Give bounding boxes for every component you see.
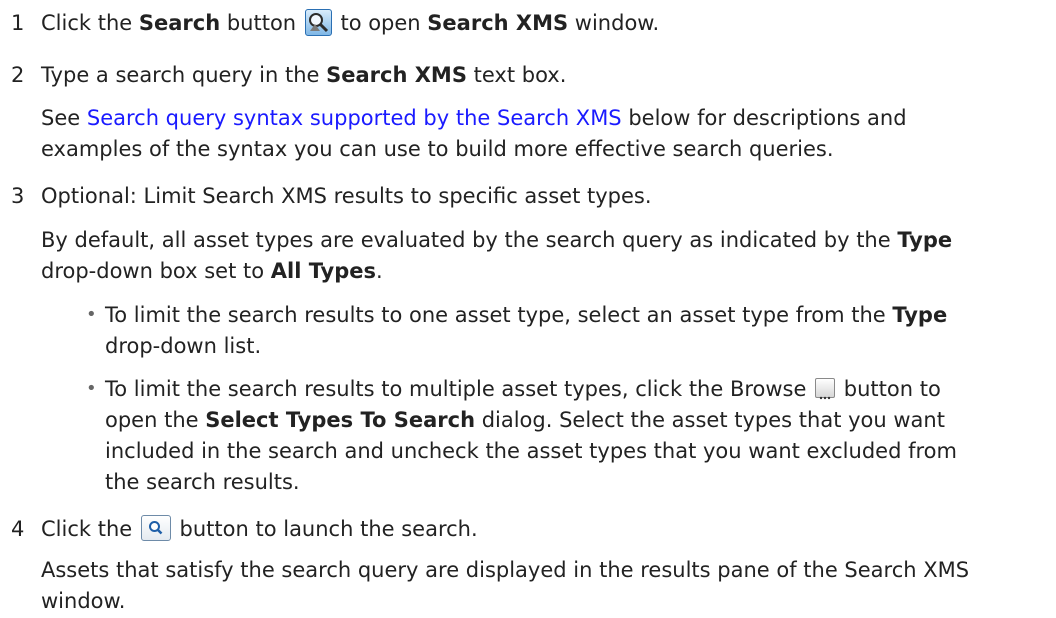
step-text: Click the xyxy=(41,517,139,541)
search-xms-term: Search XMS xyxy=(427,11,569,35)
step-number: 4 xyxy=(11,517,25,541)
bullet-item-1-line-2: drop-down list. xyxy=(105,334,262,358)
step-text: text box. xyxy=(466,63,567,87)
step-text: Click the xyxy=(41,11,139,35)
note-text: See xyxy=(41,106,87,130)
step-number: 3 xyxy=(11,184,25,208)
all-types-term: All Types xyxy=(270,259,377,283)
bullet-text: To limit the search results to one asset… xyxy=(105,303,893,327)
step-2-note-line-2: examples of the syntax you can use to bu… xyxy=(41,137,834,161)
step-text: button xyxy=(220,11,303,35)
step-text: window. xyxy=(568,11,660,35)
search-xms-icon xyxy=(304,8,332,36)
para-text: . xyxy=(376,259,383,283)
step-text: to open xyxy=(333,11,428,35)
bullet-text: dialog. Select the asset types that you … xyxy=(475,408,945,432)
bullet-glyph: • xyxy=(86,304,97,325)
note-text: below for descriptions and xyxy=(621,106,907,130)
browse-ellipsis-icon xyxy=(815,378,836,400)
bullet-item-2-line-3: included in the search and uncheck the a… xyxy=(105,439,957,463)
step-text: Optional: Limit Search XMS results to sp… xyxy=(41,184,652,208)
step-4-result-line-2: window. xyxy=(41,589,126,613)
step-number: 1 xyxy=(11,11,25,35)
para-text: drop-down box set to xyxy=(41,259,271,283)
step-text: Type a search query in the xyxy=(41,63,327,87)
bullet-text: open the xyxy=(105,408,206,432)
bullet-item-2-line-4: the search results. xyxy=(105,470,300,494)
select-types-term: Select Types To Search xyxy=(205,408,476,432)
search-term: Search xyxy=(138,11,221,35)
bullet-glyph: • xyxy=(86,378,97,399)
type-term: Type xyxy=(892,303,948,327)
step-3-para-line-1: By default, all asset types are evaluate… xyxy=(41,223,952,257)
step-text: button to launch the search. xyxy=(172,517,478,541)
bullet-text: button to xyxy=(837,377,941,401)
search-xms-term: Search XMS xyxy=(326,63,467,87)
bullet-item-2-line-2: open the Select Types To Search dialog. … xyxy=(105,403,945,437)
step-4-result-line-1: Assets that satisfy the search query are… xyxy=(41,558,970,582)
step-2-note-line-1: See Search query syntax supported by the… xyxy=(41,101,907,135)
step-number: 2 xyxy=(11,63,25,87)
type-term: Type xyxy=(897,228,953,252)
para-text: By default, all asset types are evaluate… xyxy=(41,228,898,252)
step-3-para-line-2: drop-down box set to All Types. xyxy=(41,254,383,288)
search-query-syntax-link[interactable]: Search query syntax supported by the Sea… xyxy=(87,106,622,130)
bullet-text: To limit the search results to multiple … xyxy=(105,377,814,401)
magnifier-icon xyxy=(140,515,171,541)
